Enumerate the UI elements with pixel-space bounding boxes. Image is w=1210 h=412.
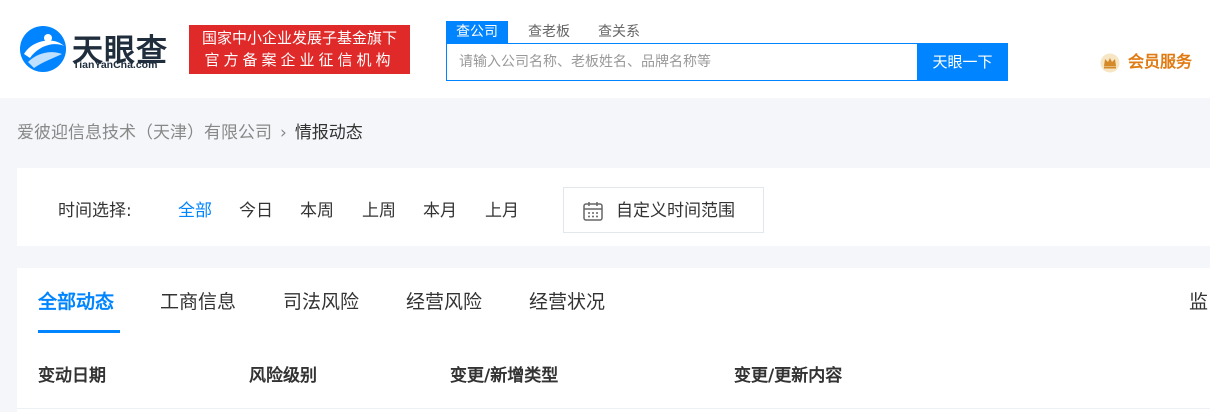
search-input[interactable] [447, 44, 917, 80]
calendar-icon [583, 202, 603, 221]
time-option-today[interactable]: 今日 [239, 196, 273, 221]
badge-line-2: 官方备案企业征信机构 [204, 51, 395, 69]
search-tab-company[interactable]: 查公司 [446, 21, 508, 43]
official-badge: 国家中小企业发展子基金旗下 官方备案企业征信机构 [189, 25, 410, 74]
time-option-this-week[interactable]: 本周 [300, 196, 334, 221]
column-header-change-type: 变更/新增类型 [450, 366, 559, 386]
time-option-last-week[interactable]: 上周 [362, 196, 396, 221]
tab-operation-status[interactable]: 经营状况 [529, 288, 605, 316]
time-option-last-month[interactable]: 上月 [485, 196, 519, 221]
monitor-link[interactable]: 监 [1189, 288, 1208, 316]
top-header: 天眼查 TianYanCha.com 国家中小企业发展子基金旗下 官方备案企业征… [0, 0, 1210, 98]
time-option-all[interactable]: 全部 [178, 196, 212, 221]
crown-icon [1100, 53, 1120, 73]
news-tabs-card: 全部动态 工商信息 司法风险 经营风险 经营状况 监 变动日期 风险级别 变更/… [17, 268, 1210, 412]
badge-line-1: 国家中小企业发展子基金旗下 [201, 29, 397, 47]
column-header-change-content: 变更/更新内容 [734, 366, 843, 386]
tab-all-news[interactable]: 全部动态 [38, 288, 114, 316]
search-box [446, 43, 918, 81]
column-header-change-date: 变动日期 [38, 366, 106, 386]
search-tab-boss[interactable]: 查老板 [528, 21, 570, 43]
vip-service-label: 会员服务 [1128, 52, 1193, 71]
time-option-this-month[interactable]: 本月 [423, 196, 457, 221]
tab-operation-risk[interactable]: 经营风险 [406, 288, 482, 316]
chevron-right-icon: › [280, 123, 287, 143]
active-tab-underline [38, 330, 120, 333]
time-filter-label: 时间选择: [58, 201, 132, 221]
table-header-divider [17, 408, 1210, 409]
breadcrumb-company[interactable]: 爱彼迎信息技术（天津）有限公司 [17, 123, 272, 143]
time-filter-card: 时间选择: 全部 今日 本周 上周 本月 上月 自定义时间范围 [17, 168, 1210, 246]
column-header-risk-level: 风险级别 [249, 366, 317, 386]
search-button[interactable]: 天眼一下 [917, 43, 1008, 81]
search-tab-relation[interactable]: 查关系 [598, 21, 640, 43]
custom-time-range-button[interactable]: 自定义时间范围 [563, 187, 764, 233]
tab-business-info[interactable]: 工商信息 [160, 288, 236, 316]
breadcrumb-current: 情报动态 [294, 123, 363, 143]
custom-time-range-label: 自定义时间范围 [616, 201, 735, 221]
tab-judicial-risk[interactable]: 司法风险 [283, 288, 359, 316]
logo-english-text: TianYanCha.com [73, 59, 158, 71]
site-logo[interactable]: 天眼查 TianYanCha.com [18, 24, 178, 74]
tianyancha-eye-logo-icon [20, 26, 66, 72]
breadcrumb: 爱彼迎信息技术（天津）有限公司 › 情报动态 [17, 120, 363, 146]
